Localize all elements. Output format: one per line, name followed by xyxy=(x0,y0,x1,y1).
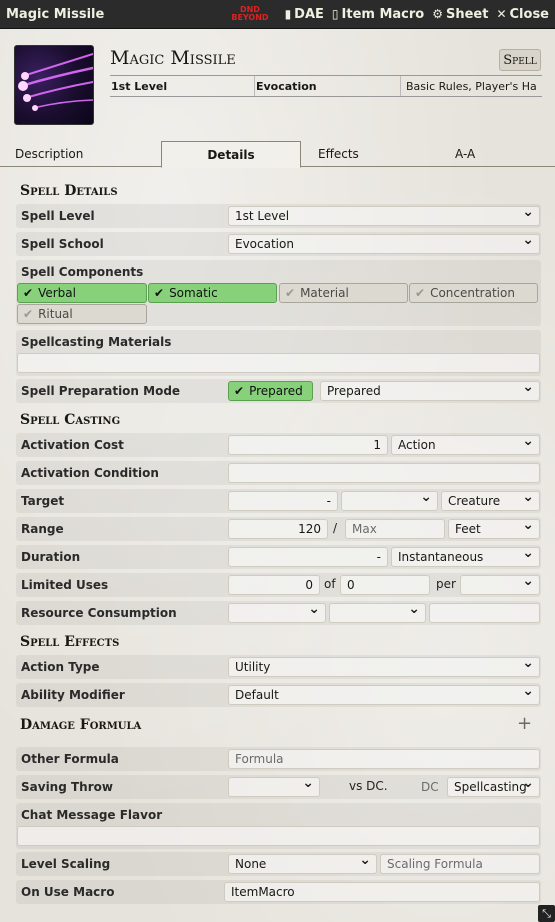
label-level-scaling: Level Scaling xyxy=(21,857,111,871)
tab-a-a[interactable]: A-A xyxy=(455,141,475,167)
target-value-input[interactable]: - xyxy=(228,491,338,511)
label-spell-components: Spell Components xyxy=(21,265,144,279)
sheet-button[interactable]: ⚙ Sheet xyxy=(432,7,488,22)
target-type-select[interactable]: Creature xyxy=(441,489,540,511)
sheet-tabs: Description Details Effects A-A xyxy=(0,141,555,168)
resize-icon[interactable]: ⤡ xyxy=(538,905,555,922)
action-type-select[interactable]: Utility xyxy=(228,655,540,677)
scroll-icon: ▯ xyxy=(331,7,339,21)
spell-school-select[interactable]: Evocation xyxy=(228,232,540,254)
tab-details[interactable]: Details xyxy=(161,141,301,168)
item-macro-button[interactable]: ▯ Item Macro xyxy=(332,7,424,22)
spellcasting-materials-input[interactable] xyxy=(17,353,540,373)
component-material-checkbox[interactable]: ✔ Material xyxy=(279,283,408,303)
close-icon: ✕ xyxy=(496,7,507,21)
item-name[interactable]: Magic Missile xyxy=(110,47,236,69)
label-spell-school: Spell School xyxy=(21,237,104,251)
label-duration: Duration xyxy=(21,550,81,564)
ability-modifier-select[interactable]: Default xyxy=(228,683,540,705)
uses-of-label: of xyxy=(324,577,336,591)
summary-school: Evocation xyxy=(254,76,400,96)
activation-cost-input[interactable]: 1 xyxy=(228,435,388,455)
spell-level-select[interactable]: 1st Level xyxy=(228,204,540,226)
saving-throw-select[interactable] xyxy=(228,775,320,797)
range-value-input[interactable]: 120 xyxy=(228,519,328,539)
window-title: Magic Missile xyxy=(6,6,105,22)
uses-value-input[interactable]: 0 xyxy=(228,575,320,595)
label-activation-cost: Activation Cost xyxy=(21,438,124,452)
dnd-beyond-logo-icon[interactable]: DND BEYOND xyxy=(231,6,268,22)
plus-icon[interactable]: + xyxy=(517,713,532,734)
label-action-type: Action Type xyxy=(21,660,100,674)
label-saving-throw: Saving Throw xyxy=(21,780,113,794)
tab-effects[interactable]: Effects xyxy=(318,141,359,167)
label-spellcasting-materials: Spellcasting Materials xyxy=(21,335,172,349)
summary-level: 1st Level xyxy=(111,79,168,93)
tab-description[interactable]: Description xyxy=(15,141,83,167)
preparation-mode-select[interactable]: Prepared xyxy=(320,379,540,401)
label-spell-preparation: Spell Preparation Mode xyxy=(21,384,181,398)
label-activation-condition: Activation Condition xyxy=(21,466,159,480)
dc-input[interactable]: DC xyxy=(414,777,444,797)
heading-damage-formula: Damage Formula xyxy=(20,717,142,733)
window-titlebar[interactable]: Magic Missile DND BEYOND ▮ DAE ▯ Item Ma… xyxy=(0,0,555,29)
item-type-badge: Spell xyxy=(499,49,541,71)
label-limited-uses: Limited Uses xyxy=(21,578,109,592)
chat-flavor-input[interactable] xyxy=(17,826,540,846)
target-units-select[interactable] xyxy=(341,489,438,511)
label-resource-consumption: Resource Consumption xyxy=(21,606,177,620)
level-scaling-select[interactable]: None xyxy=(228,852,377,874)
gear-icon: ⚙ xyxy=(432,7,443,21)
component-concentration-checkbox[interactable]: ✔ Concentration xyxy=(409,283,538,303)
spell-portrait[interactable] xyxy=(14,45,94,125)
label-other-formula: Other Formula xyxy=(21,752,119,766)
check-icon: ✔ xyxy=(23,286,34,300)
component-somatic-checkbox[interactable]: ✔ Somatic xyxy=(148,283,277,303)
on-use-macro-input[interactable]: ItemMacro xyxy=(224,882,540,902)
summary-source[interactable]: Basic Rules, Player's Ha xyxy=(400,76,542,96)
label-chat-flavor: Chat Message Flavor xyxy=(21,808,163,822)
check-icon: ✔ xyxy=(154,286,165,300)
activation-type-select[interactable]: Action xyxy=(391,433,540,455)
other-formula-input[interactable]: Formula xyxy=(228,749,540,769)
resource-target-select[interactable] xyxy=(329,601,426,623)
file-icon: ▮ xyxy=(284,7,292,21)
dae-button[interactable]: ▮ DAE xyxy=(285,7,324,22)
check-icon: ✔ xyxy=(415,286,426,300)
uses-per-label: per xyxy=(436,577,456,591)
prepared-checkbox[interactable]: ✔ Prepared xyxy=(228,381,313,401)
check-icon: ✔ xyxy=(285,286,296,300)
heading-spell-details: Spell Details xyxy=(20,183,118,199)
close-button[interactable]: ✕ Close xyxy=(496,7,549,22)
component-verbal-checkbox[interactable]: ✔ Verbal xyxy=(17,283,147,303)
label-on-use-macro: On Use Macro xyxy=(21,885,115,899)
label-ability-modifier: Ability Modifier xyxy=(21,688,125,702)
label-target: Target xyxy=(21,494,65,508)
check-icon: ✔ xyxy=(234,384,245,398)
duration-value-input[interactable]: - xyxy=(228,547,388,567)
activation-condition-input[interactable] xyxy=(228,463,540,483)
item-summary: 1st Level Evocation Basic Rules, Player'… xyxy=(110,75,542,97)
dc-scaling-select[interactable]: Spellcasting xyxy=(447,775,540,797)
range-units-select[interactable]: Feet xyxy=(448,517,540,539)
component-ritual-checkbox[interactable]: ✔ Ritual xyxy=(17,304,147,324)
heading-spell-effects: Spell Effects xyxy=(20,634,120,650)
check-icon: ✔ xyxy=(23,307,34,321)
range-separator: / xyxy=(333,521,338,535)
resource-amount-input[interactable] xyxy=(429,603,540,623)
uses-period-select[interactable] xyxy=(460,573,540,595)
label-spell-level: Spell Level xyxy=(21,209,95,223)
vs-dc-label: vs DC. xyxy=(349,779,388,793)
label-range: Range xyxy=(21,522,64,536)
duration-units-select[interactable]: Instantaneous xyxy=(391,545,540,567)
item-sheet: Magic Missile Spell 1st Level Evocation … xyxy=(0,29,555,922)
scaling-formula-input[interactable]: Scaling Formula xyxy=(380,854,540,874)
resource-type-select[interactable] xyxy=(228,601,326,623)
uses-max-input[interactable]: 0 xyxy=(340,575,430,595)
heading-spell-casting: Spell Casting xyxy=(20,412,121,428)
range-max-input[interactable]: Max xyxy=(345,519,445,539)
